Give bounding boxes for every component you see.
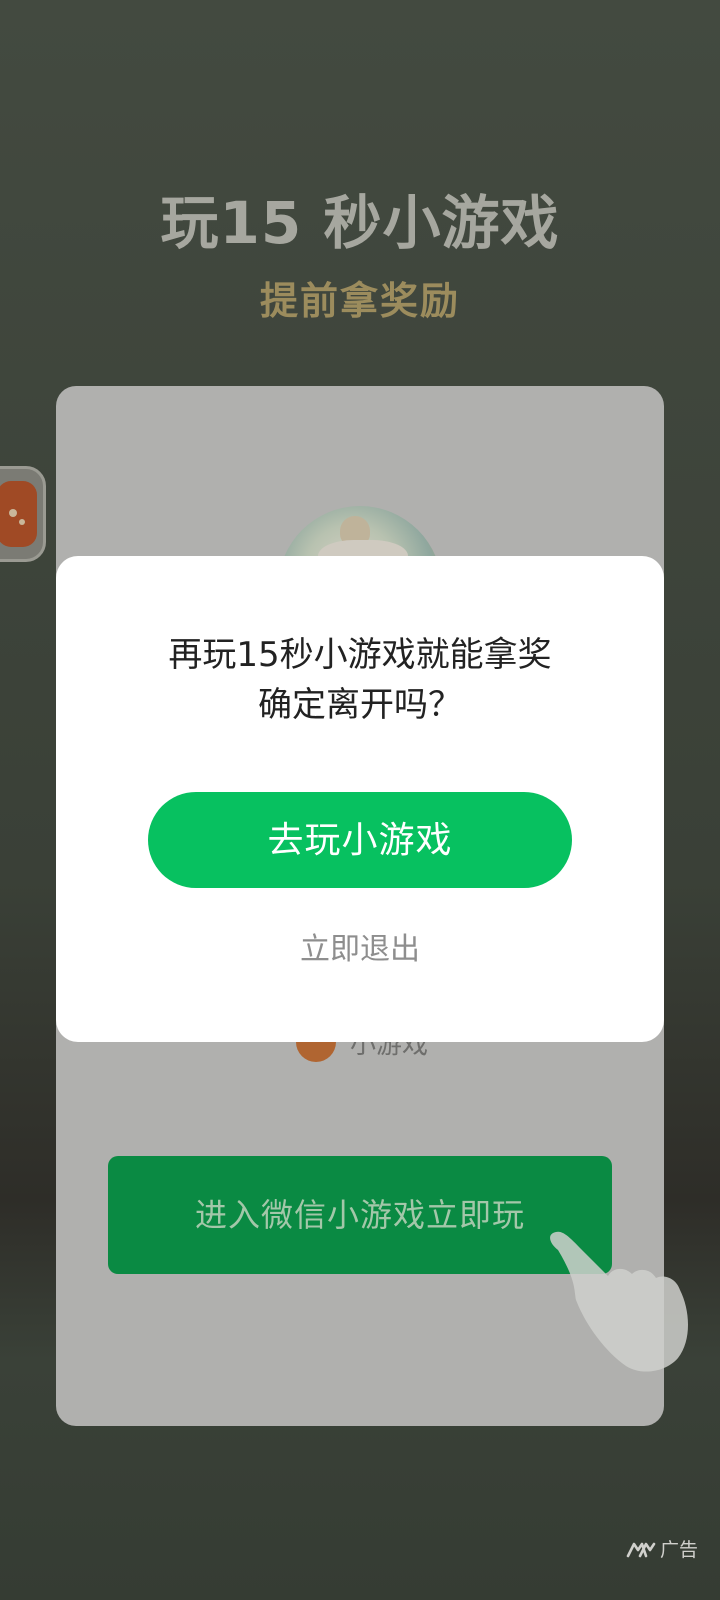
ad-badge[interactable]: 广告 (626, 1535, 698, 1562)
tap-hand-icon (550, 1231, 688, 1372)
enter-wechat-game-button[interactable]: 进入微信小游戏立即玩 (108, 1156, 612, 1274)
play-mini-game-button[interactable]: 去玩小游戏 (148, 792, 572, 888)
leave-confirm-dialog: 再玩15秒小游戏就能拿奖 确定离开吗？ 去玩小游戏 立即退出 (56, 556, 664, 1042)
dialog-message-line1: 再玩15秒小游戏就能拿奖 (168, 635, 552, 675)
floating-game-icon[interactable] (0, 466, 46, 562)
dialog-message: 再玩15秒小游戏就能拿奖 确定离开吗？ (56, 630, 664, 730)
dialog-message-line2: 确定离开吗？ (258, 685, 462, 725)
exit-now-button[interactable]: 立即退出 (56, 924, 664, 968)
background-subtitle: 提前拿奖励 (259, 279, 460, 323)
floating-game-icon-art (0, 481, 37, 547)
background-title: 玩15 秒小游戏 (160, 189, 560, 257)
ad-logo-icon (626, 1542, 656, 1557)
ad-label: 广告 (659, 1539, 698, 1561)
